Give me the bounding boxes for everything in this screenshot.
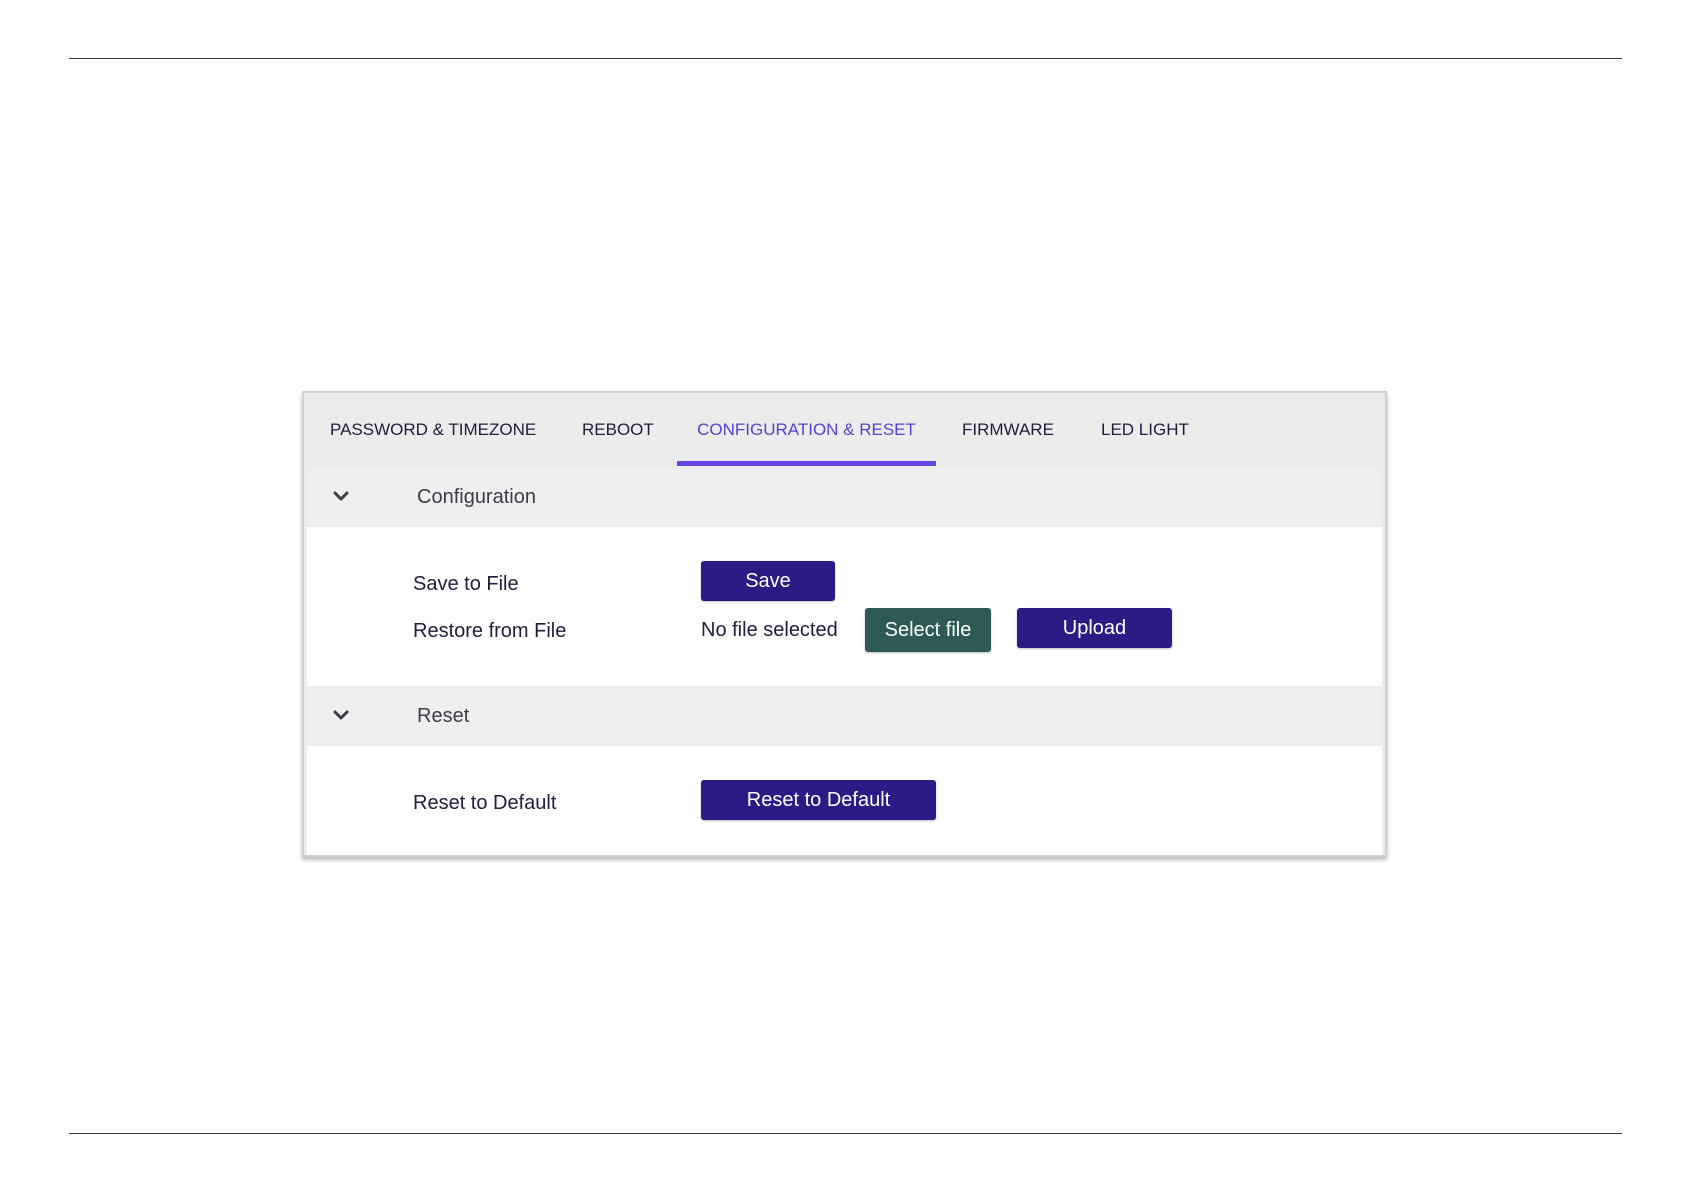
reset-section-header[interactable]: Reset <box>307 688 1382 744</box>
configuration-section-header[interactable]: Configuration <box>307 469 1382 525</box>
chevron-down-icon[interactable] <box>331 486 351 506</box>
configuration-section-title: Configuration <box>417 486 536 508</box>
tab-firmware[interactable]: FIRMWARE <box>962 393 1054 467</box>
tab-bar: PASSWORD & TIMEZONE REBOOT CONFIGURATION… <box>304 393 1385 467</box>
page-bottom-rule <box>69 1133 1622 1134</box>
reset-to-default-label: Reset to Default <box>413 792 557 814</box>
settings-panel: PASSWORD & TIMEZONE REBOOT CONFIGURATION… <box>302 391 1387 857</box>
reset-to-default-button[interactable]: Reset to Default <box>701 780 936 820</box>
upload-button[interactable]: Upload <box>1017 608 1172 648</box>
tab-led-light[interactable]: LED LIGHT <box>1101 393 1189 467</box>
configuration-section-body: Save to File Save Restore from File No f… <box>307 527 1382 686</box>
file-status-text: No file selected <box>701 619 838 641</box>
page-top-rule <box>69 58 1622 59</box>
reset-section-body: Reset to Default Reset to Default <box>307 746 1382 855</box>
tab-configuration-reset[interactable]: CONFIGURATION & RESET <box>677 393 936 467</box>
select-file-button[interactable]: Select file <box>865 608 991 652</box>
chevron-down-icon[interactable] <box>331 705 351 725</box>
restore-from-file-label: Restore from File <box>413 620 567 642</box>
active-tab-indicator <box>677 461 936 466</box>
tab-reboot[interactable]: REBOOT <box>582 393 654 467</box>
save-to-file-label: Save to File <box>413 573 519 595</box>
tab-password-timezone[interactable]: PASSWORD & TIMEZONE <box>330 393 536 467</box>
save-button[interactable]: Save <box>701 561 835 601</box>
reset-section-title: Reset <box>417 705 470 727</box>
